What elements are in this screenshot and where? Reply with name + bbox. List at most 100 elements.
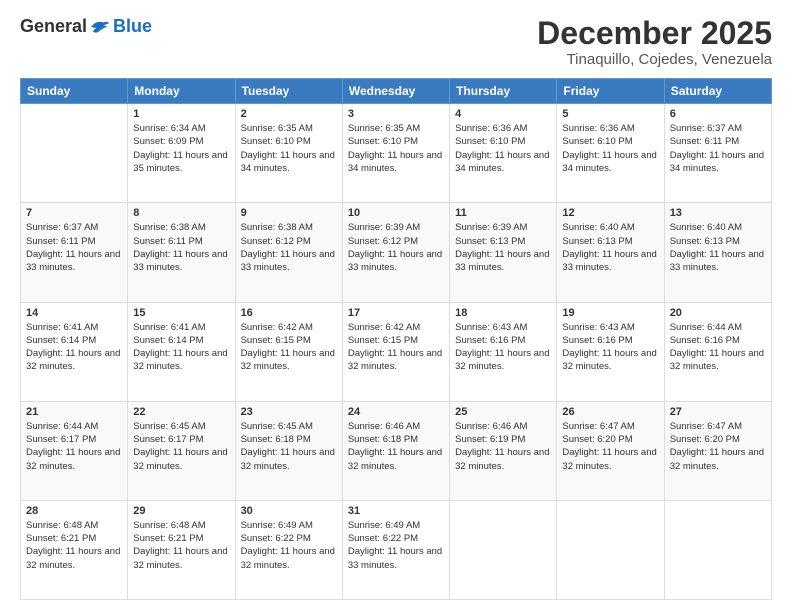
sunset-text: Sunset: 6:18 PM [241,434,311,445]
sunset-text: Sunset: 6:17 PM [133,434,203,445]
daylight-text: Daylight: 11 hours and 32 minutes. [26,447,120,471]
calendar-cell: 21 Sunrise: 6:44 AMSunset: 6:17 PMDayligh… [21,401,128,500]
sunset-text: Sunset: 6:10 PM [348,136,418,147]
day-number: 31 [348,505,444,517]
sunrise-text: Sunrise: 6:46 AM [348,421,420,432]
sunset-text: Sunset: 6:16 PM [670,335,740,346]
daylight-text: Daylight: 11 hours and 33 minutes. [348,249,442,273]
day-number: 15 [133,307,229,319]
day-number: 25 [455,406,551,418]
sunset-text: Sunset: 6:22 PM [241,533,311,544]
sunrise-text: Sunrise: 6:44 AM [26,421,98,432]
calendar-cell: 14Sunrise: 6:41 AMSunset: 6:14 PMDayligh… [21,302,128,401]
calendar-cell: 18Sunrise: 6:43 AMSunset: 6:16 PMDayligh… [450,302,557,401]
sunrise-text: Sunrise: 6:39 AM [348,222,420,233]
daylight-text: Daylight: 11 hours and 32 minutes. [670,447,764,471]
calendar-cell: 25 Sunrise: 6:46 AMSunset: 6:19 PMDayligh… [450,401,557,500]
day-number: 2 [241,108,337,120]
day-number: 21 [26,406,122,418]
day-number: 6 [670,108,766,120]
day-info: Sunrise: 6:35 AMSunset: 6:10 PMDaylight:… [241,122,337,175]
calendar-cell: 15 Sunrise: 6:41 AMSunset: 6:14 PMDayligh… [128,302,235,401]
calendar-header-row: SundayMondayTuesdayWednesdayThursdayFrid… [21,79,772,104]
day-info: Sunrise: 6:41 AMSunset: 6:14 PMDaylight:… [133,321,229,374]
day-info: Sunrise: 6:36 AMSunset: 6:10 PMDaylight:… [562,122,658,175]
day-info: Sunrise: 6:46 AMSunset: 6:19 PMDaylight:… [455,420,551,473]
sunset-text: Sunset: 6:10 PM [562,136,632,147]
calendar-cell: 30Sunrise: 6:49 AMSunset: 6:22 PMDayligh… [235,500,342,599]
calendar-cell: 12Sunrise: 6:40 AMSunset: 6:13 PMDayligh… [557,203,664,302]
sunrise-text: Sunrise: 6:35 AM [348,123,420,134]
sunset-text: Sunset: 6:13 PM [670,236,740,247]
day-info: Sunrise: 6:46 AMSunset: 6:18 PMDaylight:… [348,420,444,473]
calendar-cell: 16Sunrise: 6:42 AMSunset: 6:15 PMDayligh… [235,302,342,401]
day-info: Sunrise: 6:43 AMSunset: 6:16 PMDaylight:… [562,321,658,374]
sunrise-text: Sunrise: 6:36 AM [455,123,527,134]
sunset-text: Sunset: 6:16 PM [455,335,525,346]
sunrise-text: Sunrise: 6:40 AM [562,222,634,233]
sunset-text: Sunset: 6:11 PM [26,236,96,247]
calendar-cell: 6 Sunrise: 6:37 AM Sunset: 6:11 PM Daylight… [664,104,771,203]
day-number: 13 [670,207,766,219]
daylight-text: Daylight: 11 hours and 33 minutes. [26,249,120,273]
sunrise-text: Sunrise: 6:37 AM [670,123,742,134]
sunset-text: Sunset: 6:09 PM [133,136,203,147]
day-info: Sunrise: 6:43 AMSunset: 6:16 PMDaylight:… [455,321,551,374]
sunset-text: Sunset: 6:11 PM [670,136,740,147]
calendar-cell [664,500,771,599]
sunset-text: Sunset: 6:10 PM [455,136,525,147]
sunrise-text: Sunrise: 6:39 AM [455,222,527,233]
calendar-cell: 22Sunrise: 6:45 AMSunset: 6:17 PMDayligh… [128,401,235,500]
daylight-text: Daylight: 11 hours and 32 minutes. [241,348,335,372]
day-info: Sunrise: 6:40 AMSunset: 6:13 PMDaylight:… [670,221,766,274]
day-number: 9 [241,207,337,219]
sunrise-text: Sunrise: 6:41 AM [133,322,205,333]
day-info: Sunrise: 6:47 AMSunset: 6:20 PMDaylight:… [562,420,658,473]
sunrise-text: Sunrise: 6:41 AM [26,322,98,333]
day-number: 4 [455,108,551,120]
day-info: Sunrise: 6:34 AMSunset: 6:09 PMDaylight:… [133,122,229,175]
header: General Blue December 2025 Tinaquillo, C… [20,16,772,68]
daylight-text: Daylight: 11 hours and 33 minutes. [348,546,442,570]
day-info: Sunrise: 6:45 AMSunset: 6:18 PMDaylight:… [241,420,337,473]
sunset-text: Sunset: 6:14 PM [26,335,96,346]
sunrise-text: Sunrise: 6:43 AM [455,322,527,333]
daylight-text: Daylight: 11 hours and 34 minutes. [670,150,764,174]
day-info: Sunrise: 6:42 AMSunset: 6:15 PMDaylight:… [348,321,444,374]
calendar-weekday-tuesday: Tuesday [235,79,342,104]
daylight-text: Daylight: 11 hours and 32 minutes. [133,348,227,372]
sunrise-text: Sunrise: 6:42 AM [348,322,420,333]
sunset-text: Sunset: 6:15 PM [348,335,418,346]
sunrise-text: Sunrise: 6:38 AM [133,222,205,233]
calendar-weekday-thursday: Thursday [450,79,557,104]
calendar-cell: 31 Sunrise: 6:49 AMSunset: 6:22 PMDayligh… [342,500,449,599]
day-number: 1 [133,108,229,120]
daylight-text: Daylight: 11 hours and 32 minutes. [241,447,335,471]
sunset-text: Sunset: 6:18 PM [348,434,418,445]
logo-general: General [20,16,87,37]
sunrise-text: Sunrise: 6:46 AM [455,421,527,432]
day-number: 22 [133,406,229,418]
sunrise-text: Sunrise: 6:44 AM [670,322,742,333]
day-number: 8 [133,207,229,219]
calendar-cell: 24Sunrise: 6:46 AMSunset: 6:18 PMDayligh… [342,401,449,500]
day-info: Sunrise: 6:39 AM Sunset: 6:12 PM Daylight:… [348,221,444,274]
day-info: Sunrise: 6:44 AMSunset: 6:17 PMDaylight:… [26,420,122,473]
calendar-cell: 13 Sunrise: 6:40 AMSunset: 6:13 PMDayligh… [664,203,771,302]
day-number: 19 [562,307,658,319]
sunset-text: Sunset: 6:12 PM [241,236,311,247]
daylight-text: Daylight: 11 hours and 34 minutes. [562,150,656,174]
sunrise-text: Sunrise: 6:35 AM [241,123,313,134]
sunset-text: Sunset: 6:20 PM [670,434,740,445]
daylight-text: Daylight: 11 hours and 33 minutes. [455,249,549,273]
calendar-table: SundayMondayTuesdayWednesdayThursdayFrid… [20,78,772,600]
day-number: 14 [26,307,122,319]
day-info: Sunrise: 6:49 AMSunset: 6:22 PMDaylight:… [348,519,444,572]
day-number: 26 [562,406,658,418]
day-info: Sunrise: 6:48 AMSunset: 6:21 PMDaylight:… [133,519,229,572]
daylight-text: Daylight: 11 hours and 33 minutes. [241,249,335,273]
day-number: 28 [26,505,122,517]
day-info: Sunrise: 6:37 AM Sunset: 6:11 PM Daylight:… [670,122,766,175]
day-number: 11 [455,207,551,219]
sunset-text: Sunset: 6:12 PM [348,236,418,247]
